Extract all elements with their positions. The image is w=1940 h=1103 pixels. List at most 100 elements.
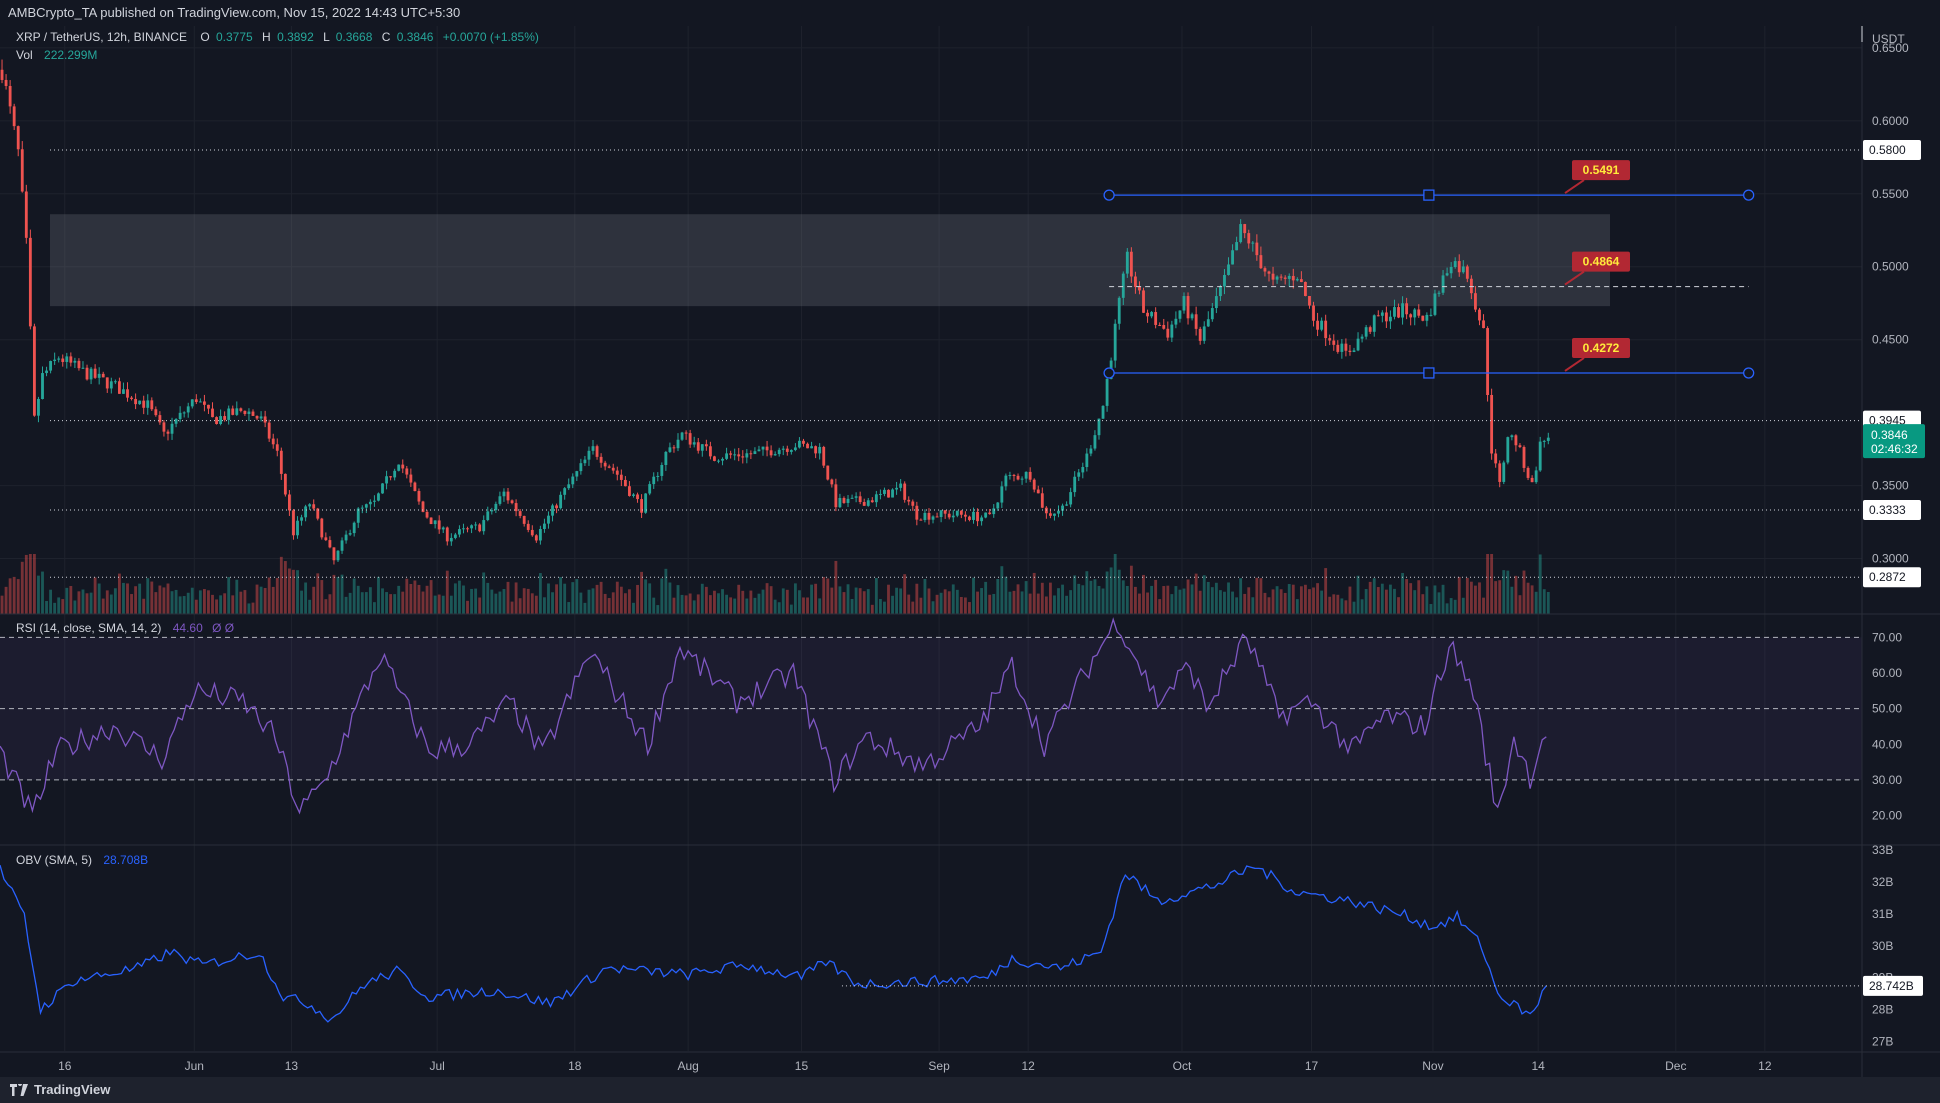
volume-bar xyxy=(510,601,514,614)
volume-bar xyxy=(1449,598,1453,614)
time-tick-label: 13 xyxy=(285,1059,299,1073)
volume-bar xyxy=(77,591,81,614)
candle-body xyxy=(105,377,109,389)
candle-body xyxy=(1498,463,1502,482)
volume-bar xyxy=(1324,568,1328,614)
volume-bar xyxy=(1109,567,1113,614)
candle-body xyxy=(356,508,360,523)
candle-body xyxy=(1275,276,1279,280)
candle-body xyxy=(992,508,996,515)
candle-body xyxy=(939,510,943,517)
candle-body xyxy=(591,446,595,451)
volume-bar xyxy=(32,554,36,614)
volume-bar xyxy=(818,598,822,614)
candle-body xyxy=(951,515,955,518)
candle-body xyxy=(858,496,862,502)
range-handle[interactable] xyxy=(1103,189,1115,201)
candle-body xyxy=(1380,312,1384,316)
candle-body xyxy=(1393,307,1396,317)
candle-body xyxy=(846,498,850,503)
chart-area[interactable]: 0.5491 0.4864 0.4272 70.00 60.00 50.00 40.00 3… xyxy=(0,26,1940,1077)
candle-body xyxy=(1308,295,1311,306)
candle-body xyxy=(1299,279,1303,282)
candle-body xyxy=(814,446,818,454)
volume-bar xyxy=(846,584,850,614)
candle-body xyxy=(53,359,57,362)
candle-body xyxy=(352,522,356,534)
candle-body xyxy=(389,476,393,478)
volume-bar xyxy=(777,602,781,614)
candle-body xyxy=(73,360,77,363)
volume-bar xyxy=(644,579,648,614)
candle-body xyxy=(69,356,73,363)
volume-bar xyxy=(154,592,158,614)
range-handle[interactable] xyxy=(1743,189,1755,201)
rsi-tick-label: 60.00 xyxy=(1872,666,1902,680)
volume-bar xyxy=(1291,584,1295,614)
volume-bar xyxy=(1219,590,1222,614)
candle-body xyxy=(1158,324,1162,326)
volume-bar xyxy=(1267,597,1271,614)
candle-body xyxy=(486,511,490,521)
volume-bar xyxy=(793,583,797,614)
candle-body xyxy=(1522,447,1526,468)
candle-body xyxy=(1150,312,1154,317)
current-price-text: 0.3846 xyxy=(1871,428,1908,442)
volume-bar xyxy=(1364,589,1368,614)
volume-bar xyxy=(963,597,967,614)
candle-body xyxy=(534,535,538,541)
volume-bar xyxy=(81,589,85,614)
volume-bar xyxy=(397,585,401,614)
range-handle[interactable] xyxy=(1423,189,1435,201)
candle-body xyxy=(1133,276,1137,287)
candle-body xyxy=(381,483,384,494)
volume-bar xyxy=(1336,594,1340,614)
candle-body xyxy=(870,500,874,503)
candle-body xyxy=(1198,328,1202,341)
candle-body xyxy=(931,516,935,520)
candle-body xyxy=(514,503,518,512)
time-axis[interactable]: 16 Jun 13 Jul 18 Aug 15 Sep 12 Oct 17 Nov 14 Dec 12 xyxy=(58,1059,1772,1073)
candle-body xyxy=(1028,471,1032,480)
volume-bar xyxy=(672,597,676,614)
footer-brand: TradingView xyxy=(34,1082,111,1097)
volume-bar xyxy=(1457,576,1461,614)
range-handle[interactable] xyxy=(1423,367,1435,379)
volume-bar xyxy=(1538,554,1542,614)
candle-body xyxy=(377,493,380,501)
volume-bar xyxy=(109,594,113,614)
volume-bar xyxy=(1380,583,1384,614)
volume-bar xyxy=(1166,585,1170,614)
volume-bar xyxy=(267,577,271,614)
volume-bar xyxy=(838,586,842,614)
volume-bar xyxy=(1478,582,1481,614)
volume-bar xyxy=(1004,576,1008,614)
candle-body xyxy=(247,411,251,414)
candle-body xyxy=(1154,312,1158,325)
candle-body xyxy=(1032,479,1036,490)
obv-tick-label: 31B xyxy=(1872,907,1893,921)
volume-bar xyxy=(150,581,154,614)
volume-bar xyxy=(1368,581,1372,614)
candle-body xyxy=(1482,320,1485,329)
volume-bar xyxy=(1133,586,1137,614)
candle-body xyxy=(1429,314,1433,316)
price-axis[interactable]: 0.65000.60000.55000.50000.45000.35000.30… xyxy=(1863,41,1925,588)
candle-body xyxy=(482,520,486,532)
range-handle[interactable] xyxy=(1103,367,1115,379)
candle-body xyxy=(976,511,979,522)
candle-body xyxy=(708,446,712,457)
candle-body xyxy=(1219,286,1222,297)
candle-body xyxy=(741,456,745,458)
candle-body xyxy=(89,368,93,380)
rsi-value: 44.60 xyxy=(173,621,203,635)
volume-bar xyxy=(611,592,615,614)
candle-body xyxy=(1044,507,1048,514)
range-handle[interactable] xyxy=(1743,367,1755,379)
volume-bar xyxy=(1461,597,1465,614)
volume-bar xyxy=(211,594,214,614)
candle-body xyxy=(619,474,623,480)
candle-body xyxy=(1012,474,1016,476)
volume-bar xyxy=(202,589,206,614)
volume-bar xyxy=(1409,583,1413,614)
